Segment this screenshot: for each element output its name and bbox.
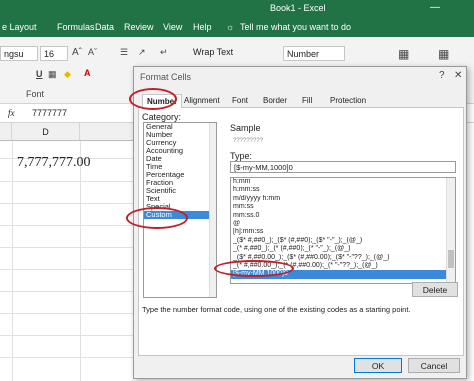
- close-icon[interactable]: ✕: [454, 70, 462, 81]
- title-bar: Book1 - Excel —: [0, 0, 474, 17]
- highlight-circle-number-tab: [129, 88, 177, 110]
- font-name-box[interactable]: ngsu: [0, 46, 38, 61]
- wrap-text-button[interactable]: Wrap Text: [193, 47, 233, 57]
- grid-line: [0, 203, 140, 204]
- grid-line: [0, 181, 140, 182]
- grid-line: [0, 313, 140, 314]
- format-cells-dialog: Format Cells ? ✕ Number Alignment Font B…: [126, 66, 467, 379]
- grid-line: [80, 141, 81, 381]
- tab-alignment[interactable]: Alignment: [180, 94, 224, 108]
- column-header-e[interactable]: [80, 123, 140, 141]
- format-item[interactable]: h:mm: [231, 178, 455, 186]
- tab-protection[interactable]: Protection: [326, 94, 370, 108]
- help-icon[interactable]: ?: [439, 70, 445, 81]
- ribbon-tabs: e Layout Formulas Data Review View Help …: [0, 17, 474, 37]
- tab-page-layout[interactable]: e Layout: [2, 22, 37, 32]
- ok-button[interactable]: OK: [354, 358, 402, 373]
- tab-border[interactable]: Border: [259, 94, 291, 108]
- type-label: Type:: [230, 151, 253, 161]
- format-item[interactable]: h:mm:ss: [231, 186, 455, 194]
- format-item[interactable]: @: [231, 220, 455, 228]
- fill-color-icon[interactable]: ◆: [64, 69, 71, 80]
- format-item[interactable]: _($* #,##0_);_($* (#,##0);_($* "-"_);_(@…: [231, 237, 455, 245]
- grid-line: [0, 335, 140, 336]
- grid-line: [0, 269, 140, 270]
- highlight-circle-custom: [126, 207, 188, 229]
- minimize-icon[interactable]: —: [430, 2, 440, 13]
- grid-line: [12, 141, 13, 381]
- grid-line: [0, 225, 140, 226]
- conditional-format-icon[interactable]: ▦: [398, 47, 409, 61]
- grid-line: [0, 291, 140, 292]
- tab-review[interactable]: Review: [124, 22, 154, 32]
- tab-fill[interactable]: Fill: [298, 94, 316, 108]
- grow-font-icon[interactable]: Aˆ: [72, 47, 82, 58]
- font-size-value: 16: [44, 49, 55, 59]
- column-header-d[interactable]: D: [12, 123, 80, 141]
- tab-formulas[interactable]: Formulas: [57, 22, 95, 32]
- number-format-value: Number: [287, 49, 320, 59]
- cell-d-value[interactable]: 7,777,777.00: [17, 155, 91, 171]
- font-color-icon[interactable]: A: [84, 68, 91, 78]
- wrap-icon: ↵: [160, 47, 168, 57]
- hint-text: Type the number format code, using one o…: [142, 305, 411, 314]
- type-input[interactable]: [$-my-MM,1000]0: [230, 161, 456, 173]
- format-item[interactable]: mm:ss.0: [231, 212, 455, 220]
- tab-help[interactable]: Help: [193, 22, 212, 32]
- format-item[interactable]: m/d/yyyy h:mm: [231, 195, 455, 203]
- orientation-icon[interactable]: ↗: [138, 47, 146, 58]
- font-group-label: Font: [26, 89, 45, 99]
- window-title: Book1 - Excel: [270, 3, 326, 13]
- column-header-c[interactable]: [0, 123, 12, 141]
- format-as-table-icon[interactable]: ▦: [438, 47, 449, 61]
- format-item[interactable]: mm:ss: [231, 203, 455, 211]
- align-top-icon[interactable]: ☰: [120, 47, 128, 58]
- grid-line: [0, 247, 140, 248]
- dialog-tabs: Number Alignment Font Border Fill Protec…: [138, 94, 464, 108]
- delete-button[interactable]: Delete: [412, 282, 458, 297]
- fx-icon[interactable]: fx: [8, 108, 15, 118]
- underline-icon[interactable]: U: [36, 69, 43, 79]
- number-format-box[interactable]: Number: [283, 46, 345, 61]
- shrink-font-icon[interactable]: Aˇ: [88, 47, 97, 57]
- grid-line: [0, 357, 140, 358]
- format-item[interactable]: [h]:mm:ss: [231, 228, 455, 236]
- lightbulb-icon: ☼: [226, 22, 235, 32]
- scrollbar-thumb[interactable]: [448, 250, 454, 268]
- tab-font[interactable]: Font: [228, 94, 252, 108]
- font-name-value: ngsu: [4, 49, 24, 59]
- format-list-scrollbar[interactable]: [446, 178, 455, 283]
- sample-value: ?????????: [233, 138, 264, 144]
- sample-label: Sample: [230, 123, 261, 133]
- tab-data[interactable]: Data: [95, 22, 114, 32]
- font-size-box[interactable]: 16: [40, 46, 68, 61]
- dialog-title: Format Cells: [140, 72, 192, 82]
- formula-input[interactable]: 7777777: [32, 108, 67, 118]
- highlight-circle-format: [214, 260, 294, 277]
- tab-view[interactable]: View: [163, 22, 182, 32]
- tell-me-search[interactable]: Tell me what you want to do: [240, 22, 351, 32]
- cancel-button[interactable]: Cancel: [408, 358, 460, 373]
- borders-icon[interactable]: ▦: [48, 69, 57, 80]
- category-label: Category:: [142, 112, 182, 122]
- format-item[interactable]: _(* #,##0_);_(* (#,##0);_(* "-"_);_(@_): [231, 245, 455, 253]
